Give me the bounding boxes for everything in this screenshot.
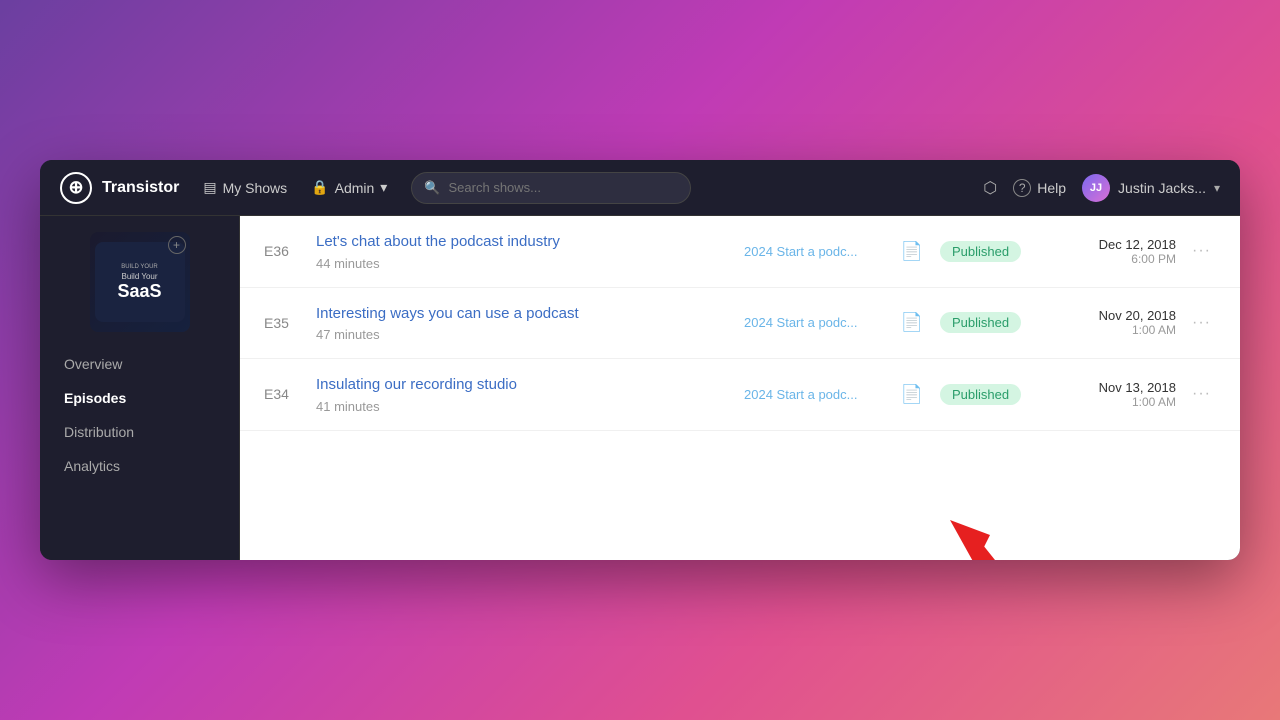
episode-status: Published	[940, 312, 1040, 333]
search-input[interactable]	[449, 180, 679, 195]
help-label: Help	[1037, 180, 1066, 196]
admin-caret: ▾	[380, 179, 387, 196]
table-row: E35 Interesting ways you can use a podca…	[240, 288, 1240, 360]
episode-show[interactable]: 2024 Start a podc...	[744, 387, 884, 402]
avatar: JJ	[1082, 174, 1110, 202]
status-badge: Published	[940, 241, 1021, 262]
user-name: Justin Jacks...	[1118, 180, 1206, 196]
share-icon: ⬡	[983, 178, 997, 198]
thumb-small-label: BUILD YOUR	[121, 264, 158, 270]
episode-date: Nov 20, 2018 1:00 AM	[1056, 308, 1176, 337]
episodes-panel: E36 Let's chat about the podcast industr…	[240, 216, 1240, 560]
sidebar-item-distribution[interactable]: Distribution	[52, 416, 227, 448]
episode-date-main: Dec 12, 2018	[1056, 237, 1176, 252]
episode-date-time: 1:00 AM	[1056, 323, 1176, 337]
nav-admin[interactable]: 🔒 Admin ▾	[311, 179, 387, 196]
episode-date: Dec 12, 2018 6:00 PM	[1056, 237, 1176, 266]
episode-title[interactable]: Let's chat about the podcast industry	[316, 232, 728, 252]
episode-info: Let's chat about the podcast industry 44…	[316, 232, 728, 271]
my-shows-label: My Shows	[223, 180, 288, 196]
table-row: E36 Let's chat about the podcast industr…	[240, 216, 1240, 288]
sidebar-nav: Overview Episodes Distribution Analytics	[40, 348, 239, 484]
main-content: BUILD YOUR Build Your SaaS + Overview Ep…	[40, 216, 1240, 560]
logo-icon: ⊕	[60, 172, 92, 204]
episode-date-time: 6:00 PM	[1056, 252, 1176, 266]
help-icon: ?	[1013, 179, 1031, 197]
doc-green-icon: 📄	[901, 312, 923, 333]
sidebar-item-episodes[interactable]: Episodes	[52, 382, 227, 414]
top-nav: ⊕ Transistor ▤ My Shows 🔒 Admin ▾ 🔍 ⬡ ? …	[40, 160, 1240, 216]
episode-duration: 41 minutes	[316, 399, 728, 414]
episode-more-button[interactable]: ···	[1192, 242, 1216, 260]
episode-date-main: Nov 20, 2018	[1056, 308, 1176, 323]
episode-info: Insulating our recording studio 41 minut…	[316, 375, 728, 414]
nav-my-shows[interactable]: ▤ My Shows	[203, 179, 287, 196]
episode-show[interactable]: 2024 Start a podc...	[744, 244, 884, 259]
episode-number: E34	[264, 386, 300, 402]
sidebar-item-overview[interactable]: Overview	[52, 348, 227, 380]
status-badge: Published	[940, 312, 1021, 333]
episode-duration: 47 minutes	[316, 327, 728, 342]
episode-title[interactable]: Insulating our recording studio	[316, 375, 728, 395]
search-bar[interactable]: 🔍	[411, 172, 691, 204]
app-title: Transistor	[102, 179, 179, 197]
episode-show[interactable]: 2024 Start a podc...	[744, 315, 884, 330]
status-badge: Published	[940, 384, 1021, 405]
doc-gray-icon: 📄	[901, 384, 923, 405]
logo-area[interactable]: ⊕ Transistor	[60, 172, 179, 204]
sidebar: BUILD YOUR Build Your SaaS + Overview Ep…	[40, 216, 240, 560]
search-icon: 🔍	[424, 180, 440, 196]
episode-date: Nov 13, 2018 1:00 AM	[1056, 380, 1176, 409]
nav-right: ⬡ ? Help JJ Justin Jacks... ▾	[983, 174, 1220, 202]
show-thumbnail[interactable]: BUILD YOUR Build Your SaaS +	[90, 232, 190, 332]
episode-number: E35	[264, 315, 300, 331]
episode-more-button[interactable]: ···	[1192, 385, 1216, 403]
admin-label: Admin	[335, 180, 375, 196]
episode-status: Published	[940, 384, 1040, 405]
user-menu[interactable]: JJ Justin Jacks... ▾	[1082, 174, 1220, 202]
episode-doc-icon[interactable]: 📄	[900, 312, 924, 333]
episode-doc-icon[interactable]: 📄	[900, 241, 924, 262]
thumb-build-label: Build Your	[121, 272, 157, 281]
episode-number: E36	[264, 243, 300, 259]
doc-green-icon: 📄	[901, 241, 923, 262]
episode-date-time: 1:00 AM	[1056, 395, 1176, 409]
table-row: E34 Insulating our recording studio 41 m…	[240, 359, 1240, 431]
episode-title[interactable]: Interesting ways you can use a podcast	[316, 304, 728, 324]
help-button[interactable]: ? Help	[1013, 179, 1066, 197]
episode-date-main: Nov 13, 2018	[1056, 380, 1176, 395]
my-shows-icon: ▤	[203, 179, 216, 196]
user-caret: ▾	[1214, 181, 1220, 195]
annotation-arrow	[920, 490, 1120, 560]
add-show-button[interactable]: +	[168, 236, 186, 254]
app-window: ⊕ Transistor ▤ My Shows 🔒 Admin ▾ 🔍 ⬡ ? …	[40, 160, 1240, 560]
episode-more-button[interactable]: ···	[1192, 314, 1216, 332]
admin-icon: 🔒	[311, 179, 328, 196]
episode-duration: 44 minutes	[316, 256, 728, 271]
episode-status: Published	[940, 241, 1040, 262]
episode-doc-icon[interactable]: 📄	[900, 384, 924, 405]
share-icon-btn[interactable]: ⬡	[983, 178, 997, 198]
episode-info: Interesting ways you can use a podcast 4…	[316, 304, 728, 343]
sidebar-item-analytics[interactable]: Analytics	[52, 450, 227, 482]
thumb-saas-label: SaaS	[117, 282, 161, 300]
